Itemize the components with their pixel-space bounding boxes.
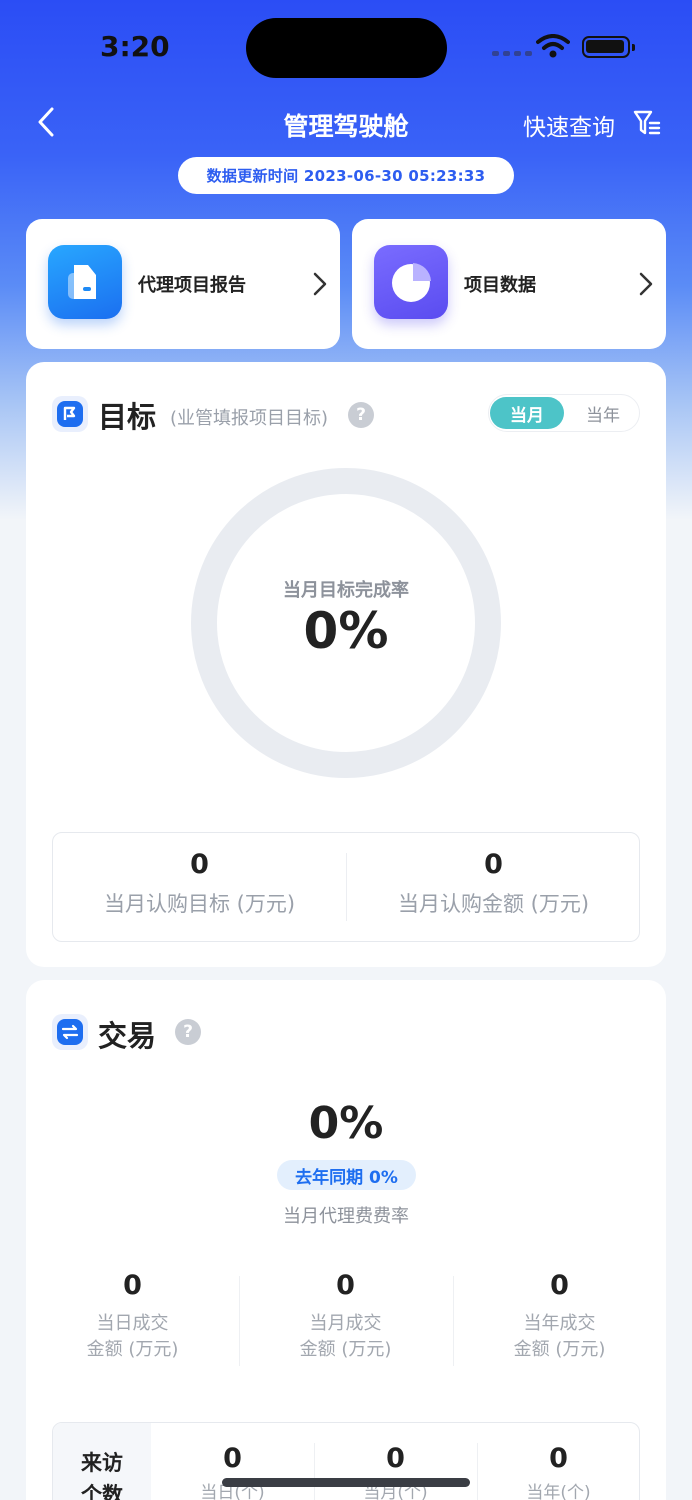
visit-value: 0 xyxy=(386,1443,405,1474)
stat-daily-deal: 0 当日成交金额 (万元) xyxy=(26,1270,239,1363)
visit-label: 当年(个) xyxy=(526,1483,591,1500)
stat-monthly-deal: 0 当月成交金额 (万元) xyxy=(239,1270,452,1363)
trade-card: 交易 ? 0% 去年同期 0% 当月代理费费率 0 当日成交金额 (万元) 0 … xyxy=(26,980,666,1500)
visit-monthly: 0 当月(个) xyxy=(314,1443,477,1500)
visit-yearly: 0 当年(个) xyxy=(477,1443,639,1500)
wifi-icon xyxy=(536,34,570,58)
visits-header: 来访 个数 xyxy=(53,1423,151,1500)
stat-value: 0 xyxy=(550,1270,569,1301)
completion-value: 0% xyxy=(303,602,389,660)
visits-table: 来访 个数 0 当日(个) 0 当月(个) 0 当年(个) xyxy=(52,1422,640,1500)
stat-label-line2: 金额 (万元) xyxy=(86,1339,179,1360)
fee-rate-value: 0% xyxy=(308,1098,384,1149)
home-indicator[interactable] xyxy=(222,1478,470,1487)
help-icon[interactable]: ? xyxy=(175,1019,201,1045)
stat-value: 0 xyxy=(336,1270,355,1301)
stat-label-line2: 金额 (万元) xyxy=(299,1339,392,1360)
agency-report-card[interactable]: 代理项目报告 xyxy=(26,219,340,349)
visit-value: 0 xyxy=(549,1443,568,1474)
target-stats: 0 当月认购目标 (万元) 0 当月认购金额 (万元) xyxy=(52,832,640,942)
chevron-right-icon xyxy=(313,272,327,296)
stat-label: 当月认购目标 (万元) xyxy=(103,892,296,916)
visit-value: 0 xyxy=(223,1443,242,1474)
chevron-right-icon xyxy=(639,272,653,296)
completion-label: 当月目标完成率 xyxy=(283,580,409,601)
stat-label: 当月认购金额 (万元) xyxy=(397,892,590,916)
stat-yearly-deal: 0 当年成交金额 (万元) xyxy=(453,1270,666,1363)
cellular-signal-icon xyxy=(492,51,532,56)
toggle-month[interactable]: 当月 xyxy=(490,397,564,429)
status-time: 3:20 xyxy=(100,30,170,63)
help-icon[interactable]: ? xyxy=(348,402,374,428)
agency-report-label: 代理项目报告 xyxy=(138,275,246,296)
dynamic-island xyxy=(246,18,447,78)
target-title: 目标 xyxy=(98,400,157,434)
data-update-time: 数据更新时间 2023-06-30 05:23:33 xyxy=(178,157,514,194)
fee-rate-caption: 当月代理费费率 xyxy=(283,1206,409,1227)
navigation-bar: 管理驾驶舱 快速查询 xyxy=(0,95,692,151)
stat-label-line2: 金额 (万元) xyxy=(513,1339,606,1360)
stat-label-line1: 当年成交 xyxy=(523,1313,596,1334)
trade-section-icon xyxy=(52,1014,88,1050)
battery-icon xyxy=(582,36,635,58)
quick-query-link[interactable]: 快速查询 xyxy=(523,108,615,142)
stat-value: 0 xyxy=(123,1270,142,1301)
project-data-label: 项目数据 xyxy=(464,275,536,296)
stat-monthly-target: 0 当月认购目标 (万元) xyxy=(53,833,346,918)
stat-label-line1: 当月成交 xyxy=(309,1313,382,1334)
target-section-icon xyxy=(52,396,88,432)
yoy-badge: 去年同期 0% xyxy=(277,1160,416,1190)
visit-daily: 0 当日(个) xyxy=(151,1443,314,1500)
stat-value: 0 xyxy=(190,849,209,880)
stat-value: 0 xyxy=(484,849,503,880)
report-icon xyxy=(48,245,122,319)
filter-icon[interactable] xyxy=(633,109,661,137)
status-bar: 3:20 xyxy=(0,0,692,95)
target-subtitle: (业管填报项目目标) xyxy=(170,408,329,429)
trade-title: 交易 xyxy=(98,1019,157,1053)
pie-chart-icon xyxy=(374,245,448,319)
project-data-card[interactable]: 项目数据 xyxy=(352,219,666,349)
toggle-year[interactable]: 当年 xyxy=(566,397,640,429)
target-card: 目标 (业管填报项目目标) ? 当月 当年 当月目标完成率 0% 0 当月认购目… xyxy=(26,362,666,967)
stat-label-line1: 当日成交 xyxy=(96,1313,169,1334)
stat-monthly-amount: 0 当月认购金额 (万元) xyxy=(347,833,640,918)
period-toggle[interactable]: 当月 当年 xyxy=(488,394,640,432)
